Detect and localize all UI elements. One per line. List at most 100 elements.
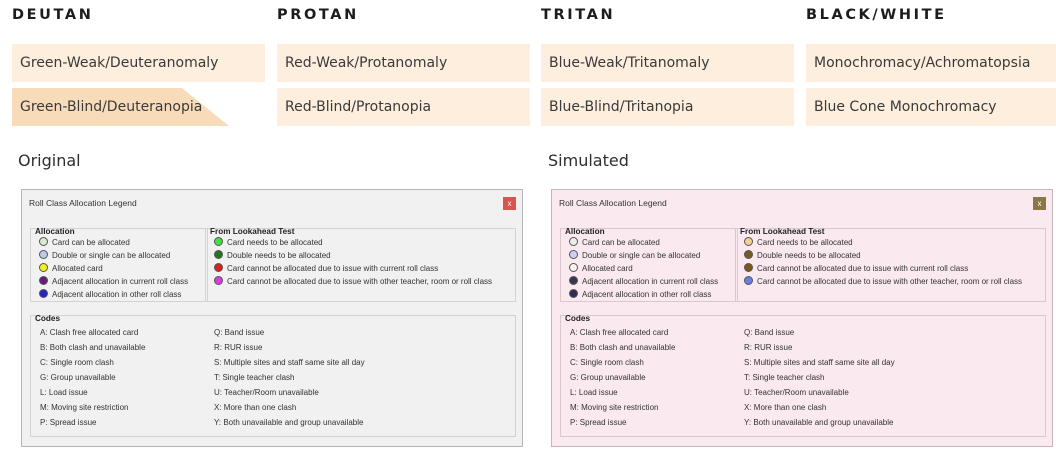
legend-label: Card needs to be allocated: [757, 238, 853, 247]
codes-box: Codes A: Clash free allocated card B: Bot…: [560, 314, 1046, 437]
code-item: G: Group unavailable: [570, 373, 646, 382]
code-item: B: Both clash and unavailable: [570, 343, 676, 352]
color-swatch-icon: [39, 276, 48, 285]
color-swatch-icon: [744, 250, 753, 259]
legend-label: Adjacent allocation in current roll clas…: [582, 277, 719, 286]
code-item: C: Single room clash: [40, 358, 114, 367]
legend-label: Double needs to be allocated: [757, 251, 861, 260]
codes-title: Codes: [565, 314, 591, 323]
category-title: DEUTAN: [12, 7, 94, 23]
legend-item: Card needs to be allocated: [744, 237, 853, 248]
legend-label: Card can be allocated: [52, 238, 130, 247]
code-item: L: Load issue: [40, 388, 88, 397]
simulated-label: Simulated: [548, 151, 629, 170]
color-swatch-icon: [39, 289, 48, 298]
option-label: Green-Weak/Deuteranomaly: [20, 55, 219, 71]
option-monochromacy[interactable]: Monochromacy/Achromatopsia: [806, 44, 1056, 82]
legend-item: Double needs to be allocated: [744, 250, 861, 261]
code-item: P: Spread issue: [40, 418, 97, 427]
legend-item: Allocated card: [569, 263, 633, 274]
category-title: TRITAN: [541, 7, 616, 23]
code-item: Y: Both unavailable and group unavailabl…: [214, 418, 364, 427]
color-swatch-icon: [569, 276, 578, 285]
legend-item: Adjacent allocation in other roll class: [39, 289, 181, 300]
allocation-title: Allocation: [565, 227, 605, 236]
original-legend-window: Roll Class Allocation Legend x Allocatio…: [21, 189, 523, 447]
option-red-blind[interactable]: Red-Blind/Protanopia: [277, 88, 530, 126]
legend-label: Allocated card: [52, 264, 103, 273]
color-swatch-icon: [214, 250, 223, 259]
code-item: M: Moving site restriction: [570, 403, 659, 412]
code-item: M: Moving site restriction: [40, 403, 129, 412]
code-item: S: Multiple sites and staff same site al…: [744, 358, 895, 367]
color-swatch-icon: [569, 250, 578, 259]
close-icon[interactable]: x: [1033, 197, 1046, 210]
color-swatch-icon: [569, 263, 578, 272]
code-item: L: Load issue: [570, 388, 618, 397]
option-label: Blue-Weak/Tritanomaly: [549, 55, 710, 71]
legend-label: Adjacent allocation in current roll clas…: [52, 277, 189, 286]
close-icon[interactable]: x: [503, 197, 516, 210]
legend-item: Adjacent allocation in current roll clas…: [569, 276, 718, 287]
window-title: Roll Class Allocation Legend: [29, 198, 137, 208]
option-label: Blue Cone Monochromacy: [814, 99, 997, 115]
legend-label: Card cannot be allocated due to issue wi…: [757, 277, 1023, 286]
legend-item: Allocated card: [39, 263, 103, 274]
allocation-box: Allocation Card can be allocated Double o…: [30, 227, 208, 302]
code-item: Q: Band issue: [744, 328, 795, 337]
legend-item: Card cannot be allocated due to issue wi…: [744, 276, 1022, 287]
color-swatch-icon: [569, 237, 578, 246]
legend-label: Adjacent allocation in other roll class: [52, 290, 182, 299]
option-green-weak[interactable]: Green-Weak/Deuteranomaly: [12, 44, 265, 82]
color-swatch-icon: [39, 263, 48, 272]
color-swatch-icon: [744, 276, 753, 285]
legend-item: Card can be allocated: [39, 237, 130, 248]
legend-item: Adjacent allocation in other roll class: [569, 289, 711, 300]
option-label: Green-Blind/Deuteranopia: [20, 99, 203, 115]
legend-label: Double needs to be allocated: [227, 251, 331, 260]
color-swatch-icon: [39, 250, 48, 259]
lookahead-title: From Lookahead Test: [210, 227, 295, 236]
legend-item: Double or single can be allocated: [39, 250, 170, 261]
option-red-weak[interactable]: Red-Weak/Protanomaly: [277, 44, 530, 82]
code-item: P: Spread issue: [570, 418, 627, 427]
code-item: X: More than one clash: [744, 403, 827, 412]
legend-item: Card can be allocated: [569, 237, 660, 248]
codes-title: Codes: [35, 314, 61, 323]
simulated-legend-window: Roll Class Allocation Legend x Allocatio…: [551, 189, 1053, 447]
color-swatch-icon: [39, 237, 48, 246]
lookahead-box: From Lookahead Test Card needs to be all…: [735, 227, 1046, 302]
legend-item: Card cannot be allocated due to issue wi…: [744, 263, 968, 274]
option-blue-weak[interactable]: Blue-Weak/Tritanomaly: [541, 44, 794, 82]
code-item: U: Teacher/Room unavailable: [744, 388, 849, 397]
allocation-title: Allocation: [35, 227, 75, 236]
legend-label: Card cannot be allocated due to issue wi…: [227, 277, 493, 286]
code-item: U: Teacher/Room unavailable: [214, 388, 319, 397]
lookahead-title: From Lookahead Test: [740, 227, 825, 236]
legend-item: Double or single can be allocated: [569, 250, 700, 261]
legend-label: Double or single can be allocated: [582, 251, 701, 260]
option-blue-blind[interactable]: Blue-Blind/Tritanopia: [541, 88, 794, 126]
option-label: Red-Weak/Protanomaly: [285, 55, 448, 71]
color-swatch-icon: [744, 263, 753, 272]
legend-item: Card needs to be allocated: [214, 237, 323, 248]
legend-label: Double or single can be allocated: [52, 251, 171, 260]
lookahead-box: From Lookahead Test Card needs to be all…: [205, 227, 516, 302]
option-green-blind[interactable]: Green-Blind/Deuteranopia: [12, 88, 265, 126]
legend-label: Card needs to be allocated: [227, 238, 323, 247]
option-blue-cone[interactable]: Blue Cone Monochromacy: [806, 88, 1056, 126]
code-item: T: Single teacher clash: [744, 373, 825, 382]
option-label: Blue-Blind/Tritanopia: [549, 99, 694, 115]
color-swatch-icon: [214, 263, 223, 272]
code-item: R: RUR issue: [744, 343, 793, 352]
code-item: A: Clash free allocated card: [40, 328, 139, 337]
code-item: R: RUR issue: [214, 343, 263, 352]
legend-item: Double needs to be allocated: [214, 250, 331, 261]
window-title: Roll Class Allocation Legend: [559, 198, 667, 208]
legend-label: Allocated card: [582, 264, 633, 273]
color-swatch-icon: [569, 289, 578, 298]
category-title: BLACK/WHITE: [806, 7, 947, 23]
legend-item: Adjacent allocation in current roll clas…: [39, 276, 188, 287]
legend-label: Card cannot be allocated due to issue wi…: [757, 264, 969, 273]
codes-box: Codes A: Clash free allocated card B: Bot…: [30, 314, 516, 437]
